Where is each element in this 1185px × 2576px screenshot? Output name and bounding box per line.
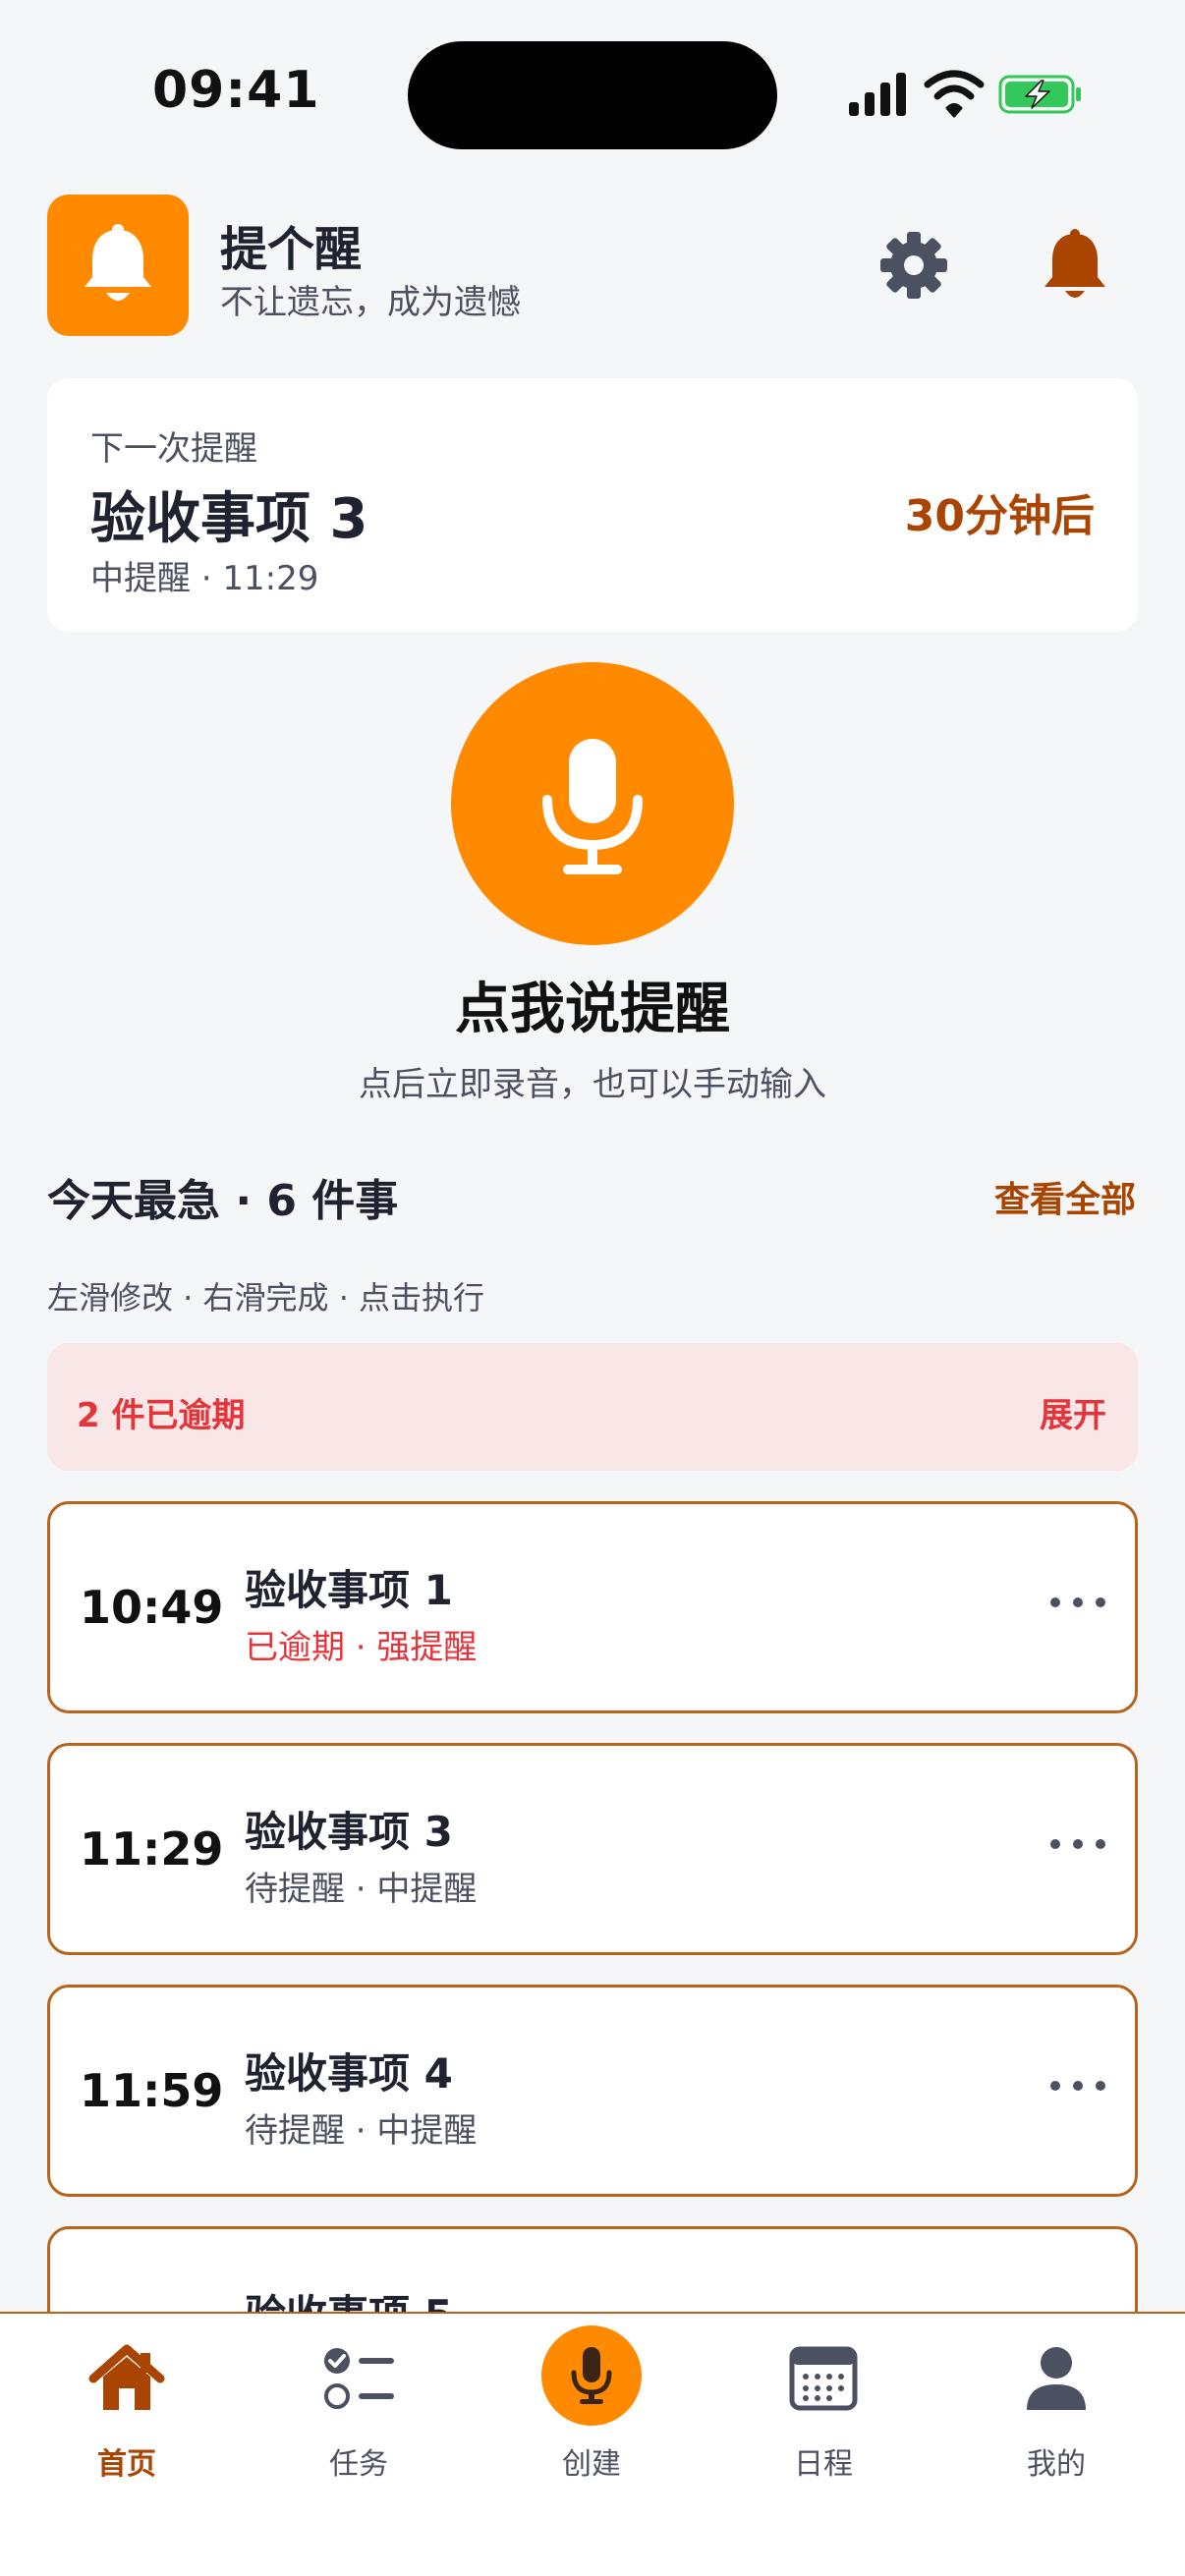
more-options-icon[interactable] [1050, 1834, 1105, 1854]
task-title: 验收事项 4 [245, 2049, 453, 2098]
gear-icon[interactable] [878, 230, 949, 301]
overdue-expand-button[interactable]: 展开 [1040, 1388, 1106, 1436]
tab-create[interactable]: 创建 [493, 2314, 690, 2510]
voice-title: 点我说提醒 [455, 978, 730, 1041]
task-list[interactable]: 10:49 验收事项 1 已逾期 · 强提醒 11:29 验收事项 3 待提醒 … [47, 1501, 1138, 2313]
cellular-signal-icon [849, 73, 906, 116]
tab-profile[interactable]: 我的 [958, 2314, 1155, 2510]
voice-hint: 点后立即录音，也可以手动输入 [359, 1065, 826, 1104]
create-button[interactable] [541, 2325, 642, 2426]
status-bar: 09:41 [0, 0, 1185, 187]
battery-charging-icon [998, 75, 1081, 114]
calendar-icon [789, 2346, 858, 2411]
task-card[interactable]: 11:59 验收事项 4 待提醒 · 中提醒 [47, 1985, 1138, 2197]
user-icon [1027, 2347, 1086, 2410]
tab-tasks[interactable]: 任务 [260, 2314, 457, 2510]
microphone-icon [571, 2347, 612, 2404]
bottom-tab-bar: 首页 任务 创建 日程 我的 [0, 2312, 1185, 2576]
status-time: 09:41 [152, 61, 320, 120]
task-status: 已逾期 · 强提醒 [245, 1628, 478, 1667]
tab-label: 创建 [562, 2447, 621, 2482]
next-reminder-title: 验收事项 3 [90, 487, 368, 551]
next-reminder-label: 下一次提醒 [90, 429, 257, 469]
more-options-icon[interactable] [1050, 1593, 1105, 1612]
overdue-count: 2 件已逾期 [77, 1396, 246, 1435]
view-all-link[interactable]: 查看全部 [994, 1171, 1136, 1222]
more-options-icon[interactable] [1050, 2076, 1105, 2096]
task-title: 验收事项 5 [245, 2282, 453, 2313]
app-title: 提个醒 [220, 222, 363, 277]
next-reminder-meta: 中提醒 · 11:29 [90, 559, 319, 598]
tab-label: 任务 [329, 2447, 388, 2482]
task-status: 待提醒 · 中提醒 [245, 2111, 478, 2151]
wifi-icon [924, 70, 985, 118]
tab-label: 日程 [794, 2447, 853, 2482]
today-section-title: 今天最急 · 6 件事 [47, 1176, 399, 1226]
task-time: 10:49 [80, 1581, 224, 1634]
task-time: 11:29 [80, 1822, 224, 1876]
task-title: 验收事项 3 [245, 1808, 453, 1856]
app-logo [47, 195, 189, 336]
task-card[interactable]: 验收事项 5 [47, 2226, 1138, 2313]
next-reminder-countdown: 30分钟后 [904, 491, 1095, 541]
notification-bell-icon[interactable] [1040, 228, 1110, 303]
tab-schedule[interactable]: 日程 [725, 2314, 922, 2510]
home-icon [88, 2344, 165, 2410]
voice-record-button[interactable] [451, 662, 734, 945]
tab-home[interactable]: 首页 [28, 2314, 225, 2510]
task-status: 待提醒 · 中提醒 [245, 1870, 478, 1909]
tab-label: 我的 [1027, 2447, 1086, 2482]
task-card[interactable]: 10:49 验收事项 1 已逾期 · 强提醒 [47, 1501, 1138, 1713]
gesture-hint: 左滑修改 · 右滑完成 · 点击执行 [47, 1279, 485, 1316]
dynamic-island [408, 41, 777, 149]
microphone-icon [542, 739, 643, 874]
tab-label: 首页 [97, 2447, 156, 2482]
next-reminder-card[interactable]: 下一次提醒 验收事项 3 中提醒 · 11:29 30分钟后 [47, 378, 1138, 632]
bell-icon [85, 224, 151, 301]
task-title: 验收事项 1 [245, 1566, 453, 1614]
checklist-icon [324, 2348, 394, 2409]
task-card[interactable]: 11:29 验收事项 3 待提醒 · 中提醒 [47, 1743, 1138, 1955]
task-time: 11:59 [80, 2064, 224, 2117]
overdue-banner[interactable]: 2 件已逾期 展开 [47, 1343, 1138, 1471]
app-subtitle: 不让遗忘，成为遗憾 [220, 283, 521, 322]
app-header: 提个醒 不让遗忘，成为遗憾 [47, 195, 1138, 336]
